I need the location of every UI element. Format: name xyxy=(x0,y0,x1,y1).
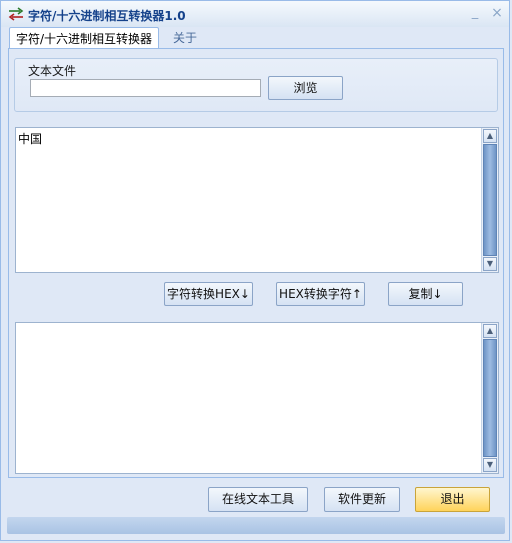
title-bar[interactable]: 字符/十六进制相互转换器1.0 _ × xyxy=(1,1,509,27)
window-title: 字符/十六进制相互转换器1.0 xyxy=(28,9,186,23)
text-file-group: 文本文件 浏览 xyxy=(14,58,498,112)
tab-about[interactable]: 关于 xyxy=(167,27,203,49)
online-text-tools-button[interactable]: 在线文本工具 xyxy=(208,487,308,512)
software-update-button[interactable]: 软件更新 xyxy=(324,487,400,512)
exit-button[interactable]: 退出 xyxy=(415,487,490,512)
scroll-down-arrow-icon[interactable]: ▼ xyxy=(483,458,497,472)
scroll-thumb[interactable] xyxy=(483,144,497,256)
minimize-button[interactable]: _ xyxy=(467,5,483,21)
char-to-hex-button[interactable]: 字符转换HEX↓ xyxy=(164,282,253,306)
output-scrollbar[interactable]: ▲ ▼ xyxy=(481,323,498,473)
scroll-down-arrow-icon[interactable]: ▼ xyxy=(483,257,497,271)
scroll-up-arrow-icon[interactable]: ▲ xyxy=(483,129,497,143)
browse-button[interactable]: 浏览 xyxy=(268,76,343,100)
tab-converter[interactable]: 字符/十六进制相互转换器 xyxy=(9,27,159,49)
app-window: 字符/十六进制相互转换器1.0 _ × 字符/十六进制相互转换器 关于 文本文件… xyxy=(0,0,510,541)
copy-button[interactable]: 复制↓ xyxy=(388,282,463,306)
input-textarea[interactable]: 中国 ▲ ▼ xyxy=(15,127,499,273)
output-textarea[interactable]: ▲ ▼ xyxy=(15,322,499,474)
input-text: 中国 xyxy=(18,132,43,146)
status-bar xyxy=(7,517,505,534)
close-button[interactable]: × xyxy=(489,5,505,21)
input-scrollbar[interactable]: ▲ ▼ xyxy=(481,128,498,272)
scroll-thumb[interactable] xyxy=(483,339,497,457)
hex-to-char-button[interactable]: HEX转换字符↑ xyxy=(276,282,365,306)
convert-arrows-icon xyxy=(8,7,24,21)
converter-panel: 文本文件 浏览 中国 ▲ ▼ 字符转换HEX↓ HEX转换字符↑ 复制↓ ▲ ▼ xyxy=(8,48,504,478)
scroll-up-arrow-icon[interactable]: ▲ xyxy=(483,324,497,338)
text-file-label: 文本文件 xyxy=(28,64,77,78)
file-path-input[interactable] xyxy=(30,79,261,97)
